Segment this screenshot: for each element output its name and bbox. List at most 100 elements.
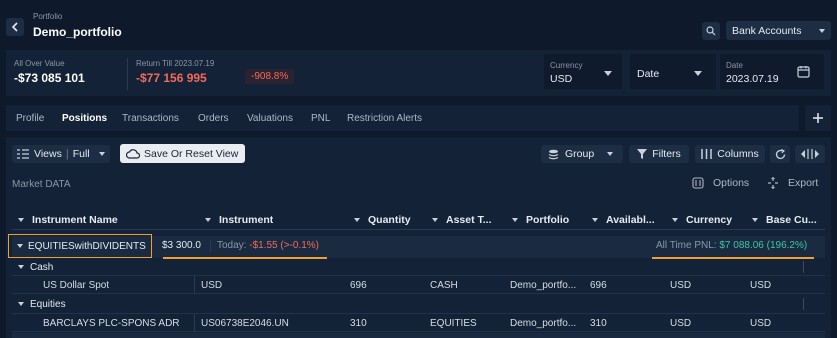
col-label: Currency xyxy=(686,214,733,226)
filters-button[interactable]: Filters xyxy=(629,145,689,163)
back-button[interactable] xyxy=(6,18,24,36)
col-label: Quantity xyxy=(368,214,411,226)
group-label: Group xyxy=(565,148,595,160)
tab-positions[interactable]: Positions xyxy=(62,105,107,131)
search-button[interactable] xyxy=(702,22,720,40)
collapse-expand-button[interactable] xyxy=(795,145,825,163)
col-instrument[interactable]: Instrument xyxy=(205,210,273,230)
group-name-highlight[interactable]: EQUITIESwithDIVIDENTS xyxy=(8,234,152,258)
cell-instrument-name: US Dollar Spot xyxy=(43,280,110,291)
cell-available: 310 xyxy=(590,318,607,329)
cell-asset-type: EQUITIES xyxy=(430,318,477,329)
col-label: Instrument Name xyxy=(32,214,118,226)
export-button[interactable]: Export xyxy=(767,177,818,189)
currency-value: USD xyxy=(550,73,573,85)
chevron-down-icon xyxy=(18,265,24,269)
col-currency[interactable]: Currency xyxy=(672,210,732,230)
sort-icon xyxy=(432,218,438,222)
col-label: Portfolio xyxy=(526,214,570,226)
col-quantity[interactable]: Quantity xyxy=(354,210,411,230)
return-pct-badge: -908.8% xyxy=(245,69,295,84)
col-base-currency[interactable]: Base Cu... xyxy=(752,210,825,230)
col-asset-type[interactable]: Asset T... xyxy=(432,210,512,230)
group-dropdown[interactable]: Group xyxy=(541,145,623,163)
sort-icon xyxy=(512,218,518,222)
cell-instrument: USD xyxy=(201,280,223,291)
tab-restriction-alerts[interactable]: Restriction Alerts xyxy=(347,105,422,131)
divider xyxy=(803,261,804,273)
subgroup-name: Cash xyxy=(30,261,54,273)
divider xyxy=(210,240,211,252)
chevron-down-icon xyxy=(604,71,612,76)
export-label: Export xyxy=(788,177,819,189)
tab-transactions[interactable]: Transactions xyxy=(122,105,179,131)
grid-header: Instrument Name Instrument Quantity Asse… xyxy=(12,210,825,230)
divider xyxy=(803,298,804,310)
divider xyxy=(127,58,128,90)
layers-icon xyxy=(548,149,559,159)
table-row[interactable]: US Dollar Spot USD 696 CASH Demo_portfo.… xyxy=(12,276,825,294)
cell-quantity: 310 xyxy=(350,318,367,329)
today-change: Today: -$1.55 (>-0.1%) xyxy=(217,240,319,251)
columns-button[interactable]: Columns xyxy=(695,145,765,163)
return-label: Return Till 2023.07.19 xyxy=(136,59,215,68)
date-picker[interactable]: Date 2023.07.19 xyxy=(720,54,824,89)
table-row[interactable]: BARCLAYS PLC-SPONS ADR US06738E2046.UN 3… xyxy=(12,314,825,332)
col-available[interactable]: Availabl... xyxy=(592,210,670,230)
chevron-down-icon xyxy=(18,302,24,306)
group-value: $3 300.0 xyxy=(162,240,201,251)
cell-available: 696 xyxy=(590,280,607,291)
summary-panel: All Over Value -$73 085 101 Return Till … xyxy=(6,50,831,96)
save-reset-label: Save Or Reset View xyxy=(144,147,239,160)
cell-currency: USD xyxy=(670,318,692,329)
export-icon xyxy=(768,177,778,189)
search-icon xyxy=(706,26,716,36)
tab-orders[interactable]: Orders xyxy=(198,105,229,131)
top-header: Portfolio Demo_portfolio Bank Accounts xyxy=(0,0,837,46)
options-label: Options xyxy=(713,177,750,189)
pnl-value: $7 088.06 (196.2%) xyxy=(719,240,808,251)
bank-accounts-label: Bank Accounts xyxy=(732,24,802,37)
all-over-value: -$73 085 101 xyxy=(14,71,85,85)
today-value: -$1.55 (>-0.1%) xyxy=(249,240,320,251)
market-data-title: Market DATA xyxy=(12,179,71,190)
refresh-button[interactable] xyxy=(770,145,790,163)
currency-select[interactable]: Currency USD xyxy=(544,54,622,89)
views-dropdown[interactable]: Views | Full xyxy=(12,145,110,163)
subgroup-row-equities[interactable]: Equities xyxy=(12,295,825,314)
date-value: 2023.07.19 xyxy=(726,73,779,85)
today-label: Today: xyxy=(217,240,247,251)
date-mode-select[interactable]: Date xyxy=(630,54,716,89)
cell-portfolio: Demo_portfo... xyxy=(510,280,577,291)
all-time-pnl: All Time PNL: $7 088.06 (196.2%) xyxy=(656,240,807,251)
return-value: -$77 156 995 xyxy=(136,71,207,85)
chevron-down-icon xyxy=(607,152,614,156)
page-title: Demo_portfolio xyxy=(33,25,122,39)
tab-profile[interactable]: Profile xyxy=(16,105,44,131)
subgroup-name: Equities xyxy=(30,298,66,310)
tab-pnl[interactable]: PNL xyxy=(311,105,330,131)
tab-bar: Profile Positions Transactions Orders Va… xyxy=(6,105,799,131)
chevron-down-icon xyxy=(819,28,825,33)
cell-portfolio: Demo_portfo... xyxy=(510,318,577,329)
add-tab-button[interactable] xyxy=(805,105,831,131)
refresh-icon xyxy=(775,148,785,159)
views-label: Views xyxy=(34,148,62,160)
chevron-down-icon xyxy=(694,71,702,76)
chevron-down-icon xyxy=(17,244,23,248)
divider xyxy=(194,314,195,332)
date-label: Date xyxy=(726,61,743,70)
subgroup-row-cash[interactable]: Cash xyxy=(12,259,825,276)
cell-quantity: 696 xyxy=(350,280,367,291)
expand-columns-icon xyxy=(801,149,819,159)
cell-instrument-name: BARCLAYS PLC-SPONS ADR xyxy=(43,318,180,329)
col-instrument-name[interactable]: Instrument Name xyxy=(18,210,118,230)
sort-icon xyxy=(592,218,598,222)
plus-icon xyxy=(813,113,823,123)
col-portfolio[interactable]: Portfolio xyxy=(512,210,569,230)
tab-valuations[interactable]: Valuations xyxy=(247,105,293,131)
bank-accounts-dropdown[interactable]: Bank Accounts xyxy=(726,21,831,40)
save-reset-view-button[interactable]: Save Or Reset View xyxy=(120,144,245,163)
cell-base-currency: USD xyxy=(750,318,772,329)
options-button[interactable]: Options xyxy=(692,177,749,189)
